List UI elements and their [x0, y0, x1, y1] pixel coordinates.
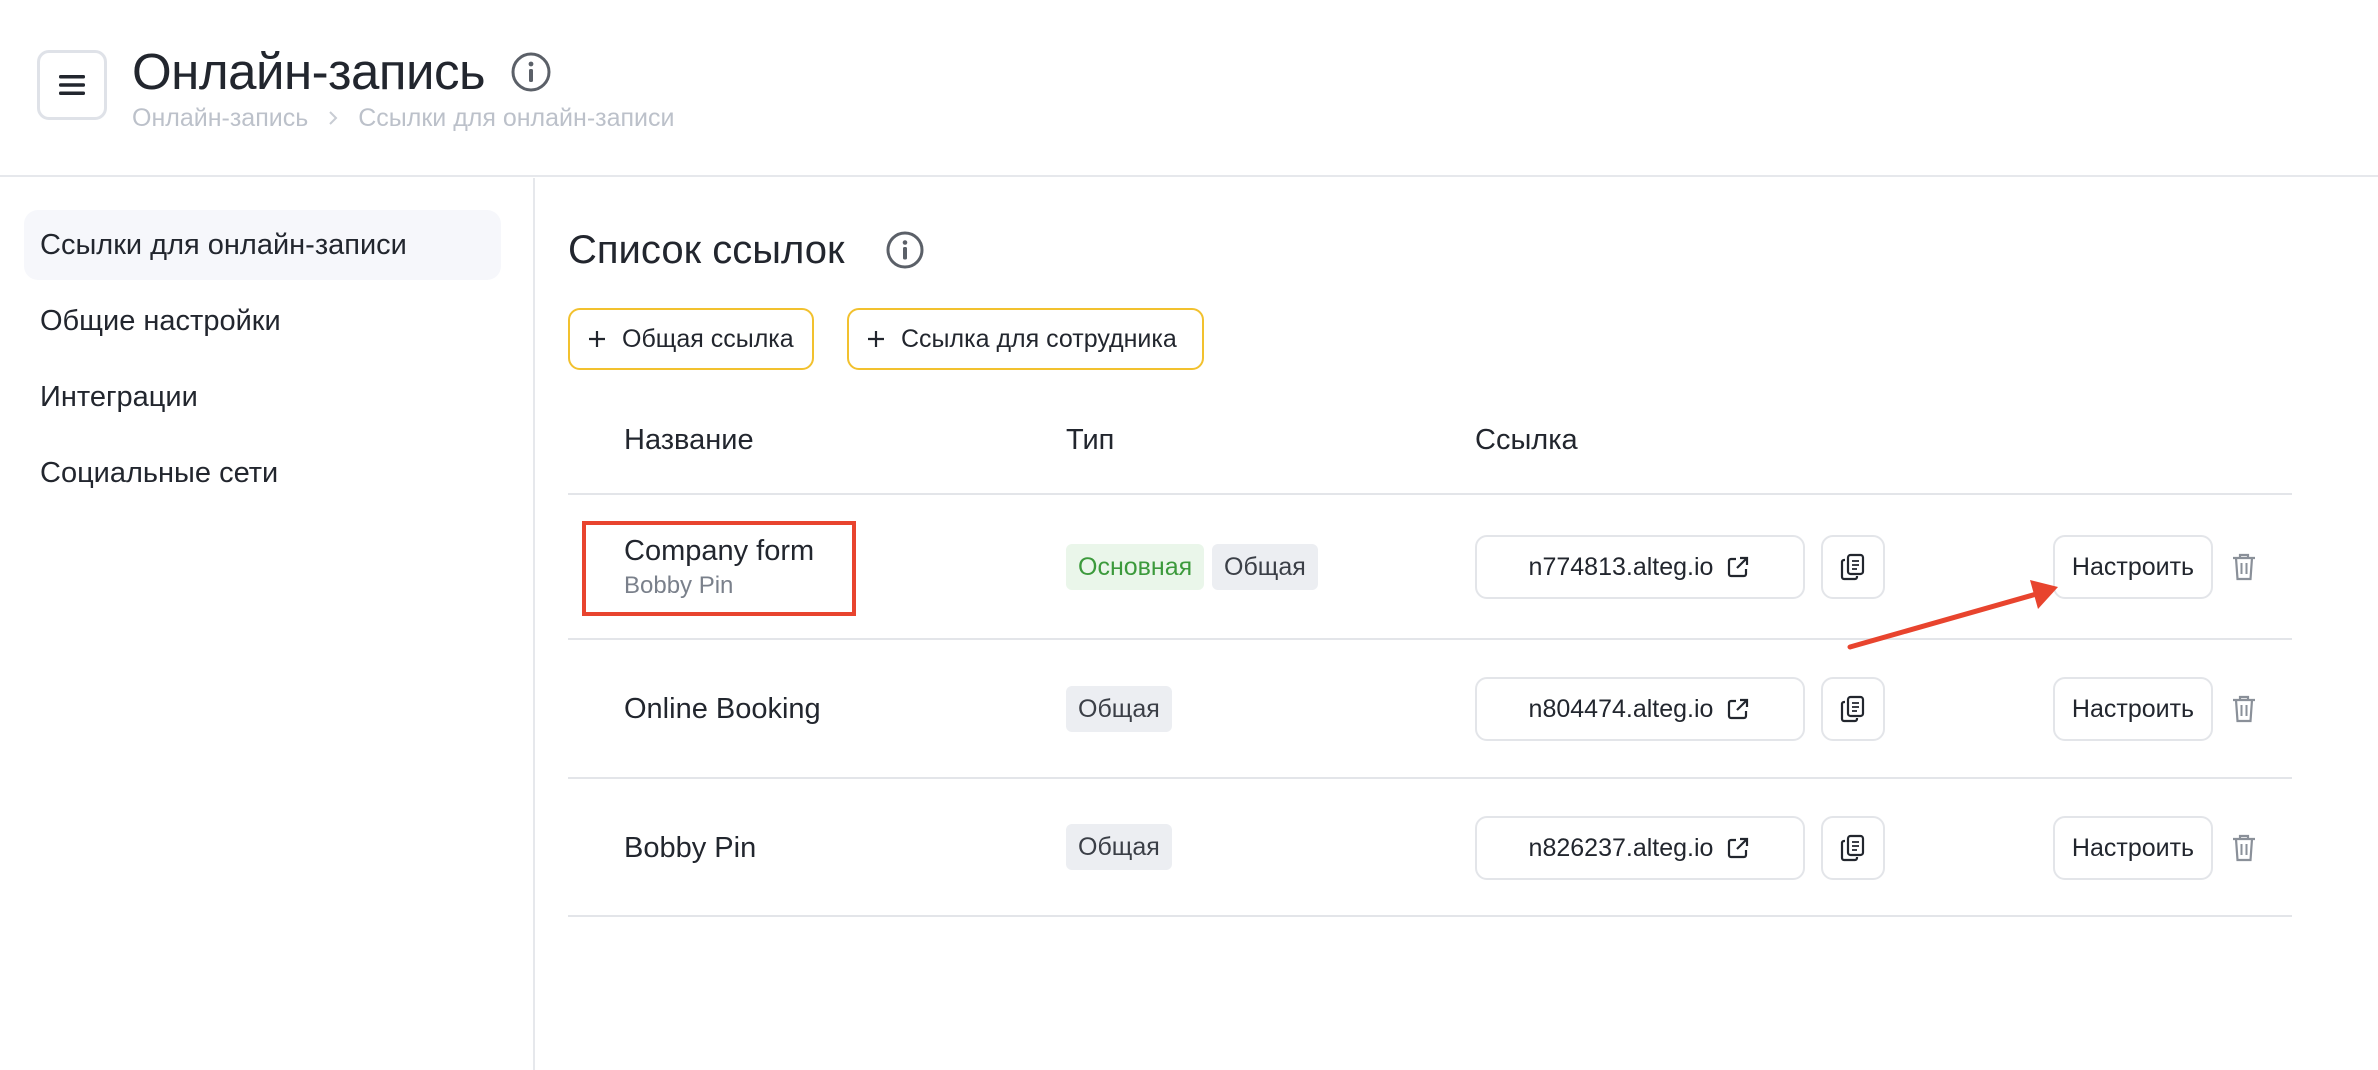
badge-general: Общая [1066, 686, 1172, 732]
row-name: Bobby Pin [624, 832, 757, 864]
info-icon[interactable] [885, 230, 925, 270]
copy-link-button[interactable] [1821, 677, 1885, 741]
copy-link-button[interactable] [1821, 816, 1885, 880]
badge-general: Общая [1066, 824, 1172, 870]
section-title: Список ссылок [568, 228, 845, 272]
sidebar: Ссылки для онлайн-записи Общие настройки… [0, 178, 535, 1070]
booking-link[interactable]: n804474.alteg.io [1475, 677, 1805, 741]
divider [568, 777, 2292, 779]
page-header: Онлайн-запись Онлайн-запись Ссылки для о… [0, 0, 2378, 177]
sidebar-item-label: Общие настройки [40, 304, 281, 337]
delete-button[interactable] [2230, 551, 2258, 583]
sidebar-item-integrations[interactable]: Интеграции [24, 362, 501, 432]
menu-icon [59, 75, 85, 95]
trash-icon [2233, 695, 2255, 723]
sidebar-item-social-networks[interactable]: Социальные сети [24, 438, 501, 508]
badge-general: Общая [1212, 544, 1318, 590]
external-link-icon [1725, 835, 1751, 861]
booking-link[interactable]: n826237.alteg.io [1475, 816, 1805, 880]
column-header-type: Тип [1066, 424, 1115, 456]
external-link-icon [1725, 696, 1751, 722]
configure-button[interactable]: Настроить [2053, 816, 2213, 880]
trash-icon [2233, 834, 2255, 862]
sidebar-item-general-settings[interactable]: Общие настройки [24, 286, 501, 356]
add-employee-link-button[interactable]: Ссылка для сотрудника [847, 308, 1204, 370]
page-title: Онлайн-запись [132, 43, 486, 100]
badge-main: Основная [1066, 544, 1205, 590]
copy-icon [1840, 834, 1865, 862]
add-general-link-button[interactable]: Общая ссылка [568, 308, 814, 370]
trash-icon [2233, 553, 2255, 581]
delete-button[interactable] [2230, 693, 2258, 725]
delete-button[interactable] [2230, 832, 2258, 864]
sidebar-item-booking-links[interactable]: Ссылки для онлайн-записи [24, 210, 501, 280]
sidebar-item-label: Интеграции [40, 380, 198, 413]
breadcrumb-item-online-booking[interactable]: Онлайн-запись [132, 103, 308, 133]
sidebar-item-label: Социальные сети [40, 456, 279, 489]
configure-button[interactable]: Настроить [2053, 677, 2213, 741]
menu-button[interactable] [37, 50, 107, 120]
divider [568, 915, 2292, 917]
external-link-icon [1725, 554, 1751, 580]
booking-link[interactable]: n774813.alteg.io [1475, 535, 1805, 599]
column-header-name: Название [624, 424, 754, 456]
info-icon[interactable] [510, 51, 552, 93]
configure-button[interactable]: Настроить [2053, 535, 2213, 599]
sidebar-item-label: Ссылки для онлайн-записи [40, 228, 407, 261]
annotation-arrow-icon [1847, 580, 2058, 650]
breadcrumb: Онлайн-запись Ссылки для онлайн-записи [132, 103, 674, 133]
breadcrumb-item-links: Ссылки для онлайн-записи [358, 104, 675, 132]
annotation-highlight-box [582, 521, 856, 616]
divider [568, 493, 2292, 495]
plus-icon [865, 328, 887, 350]
plus-icon [586, 328, 608, 350]
column-header-link: Ссылка [1475, 424, 1578, 456]
copy-icon [1840, 695, 1865, 723]
chevron-right-icon [326, 109, 340, 127]
row-name: Online Booking [624, 693, 821, 725]
